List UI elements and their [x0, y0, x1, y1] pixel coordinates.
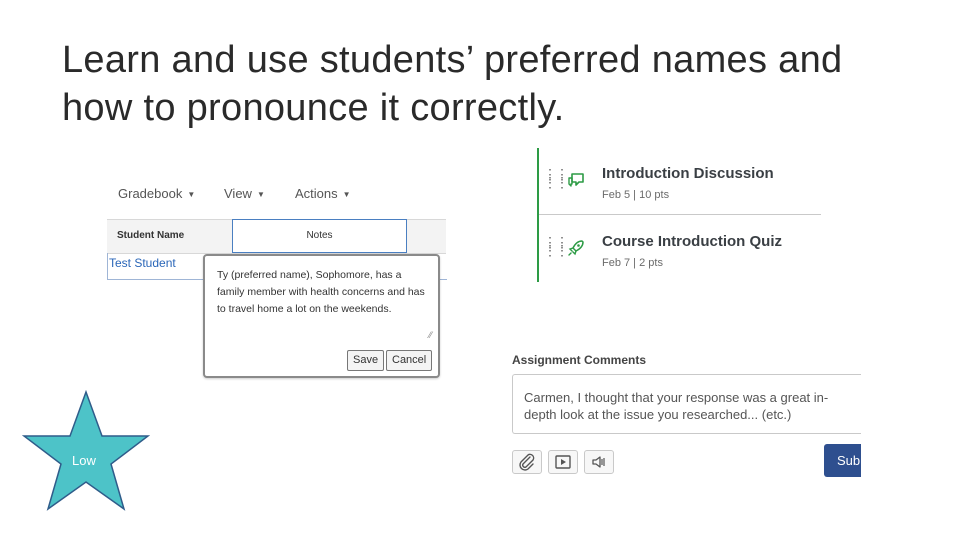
cancel-button[interactable]: Cancel	[386, 350, 433, 371]
actions-menu-label: Actions	[295, 186, 338, 201]
module-item-title[interactable]: Course Introduction Quiz	[602, 233, 782, 250]
quiz-rocket-icon	[568, 240, 584, 256]
drag-handle-icon[interactable]: ⋮⋮ ⋮⋮	[543, 167, 569, 189]
divider	[539, 214, 821, 215]
module-item-meta: Feb 7 | 2 pts	[602, 257, 663, 269]
comment-text: Carmen, I thought that your response was…	[524, 390, 829, 422]
notes-editor-popover: Ty (preferred name), Sophomore, has a fa…	[203, 254, 440, 378]
slide-title-line-1: Learn and use students’ preferred names …	[62, 39, 843, 81]
drag-handle-icon[interactable]: ⋮⋮ ⋮⋮	[543, 235, 569, 257]
gradebook-menu-label: Gradebook	[118, 186, 183, 201]
gradebook-header-row: Student Name Notes	[107, 219, 446, 254]
resize-handle-icon[interactable]: ⁄⁄	[429, 330, 432, 340]
view-menu[interactable]: View ▼	[224, 186, 265, 201]
gradebook-menu[interactable]: Gradebook ▼	[118, 186, 195, 201]
caret-down-icon: ▼	[342, 190, 351, 199]
assignment-comments-label: Assignment Comments	[512, 353, 647, 367]
notes-textarea[interactable]: Ty (preferred name), Sophomore, has a fa…	[217, 267, 429, 318]
column-header-notes[interactable]: Notes	[232, 219, 407, 253]
comment-textarea[interactable]: Carmen, I thought that your response was…	[512, 374, 861, 434]
slide-title: Learn and use students’ preferred names …	[62, 36, 922, 132]
media-button[interactable]	[548, 450, 578, 474]
audio-icon	[592, 456, 605, 468]
column-header-student-name[interactable]: Student Name	[117, 230, 184, 241]
submit-button[interactable]: Submit	[824, 444, 861, 477]
caret-down-icon: ▼	[187, 190, 196, 199]
discussion-icon	[568, 173, 584, 187]
actions-menu[interactable]: Actions ▼	[295, 186, 351, 201]
media-icon	[555, 455, 571, 469]
module-item-introduction-discussion[interactable]: ⋮⋮ ⋮⋮ Introduction Discussion Feb 5 | 10 …	[539, 158, 821, 218]
submit-button-label: Submit	[837, 453, 861, 468]
student-name-link[interactable]: Test Student	[109, 256, 176, 270]
view-menu-label: View	[224, 186, 252, 201]
slide-title-line-2: how to pronounce it correctly.	[62, 87, 565, 129]
save-button[interactable]: Save	[347, 350, 385, 371]
attachment-icon	[519, 453, 535, 471]
module-item-meta: Feb 5 | 10 pts	[602, 189, 670, 201]
module-item-course-introduction-quiz[interactable]: ⋮⋮ ⋮⋮ Course Introduction Quiz Feb 7 | 2 …	[539, 226, 821, 286]
rating-star-icon	[22, 390, 150, 511]
star-label: Low	[72, 453, 96, 468]
attachment-button[interactable]	[512, 450, 542, 474]
caret-down-icon: ▼	[256, 190, 265, 199]
audio-button[interactable]	[584, 450, 614, 474]
module-item-title[interactable]: Introduction Discussion	[602, 165, 774, 182]
